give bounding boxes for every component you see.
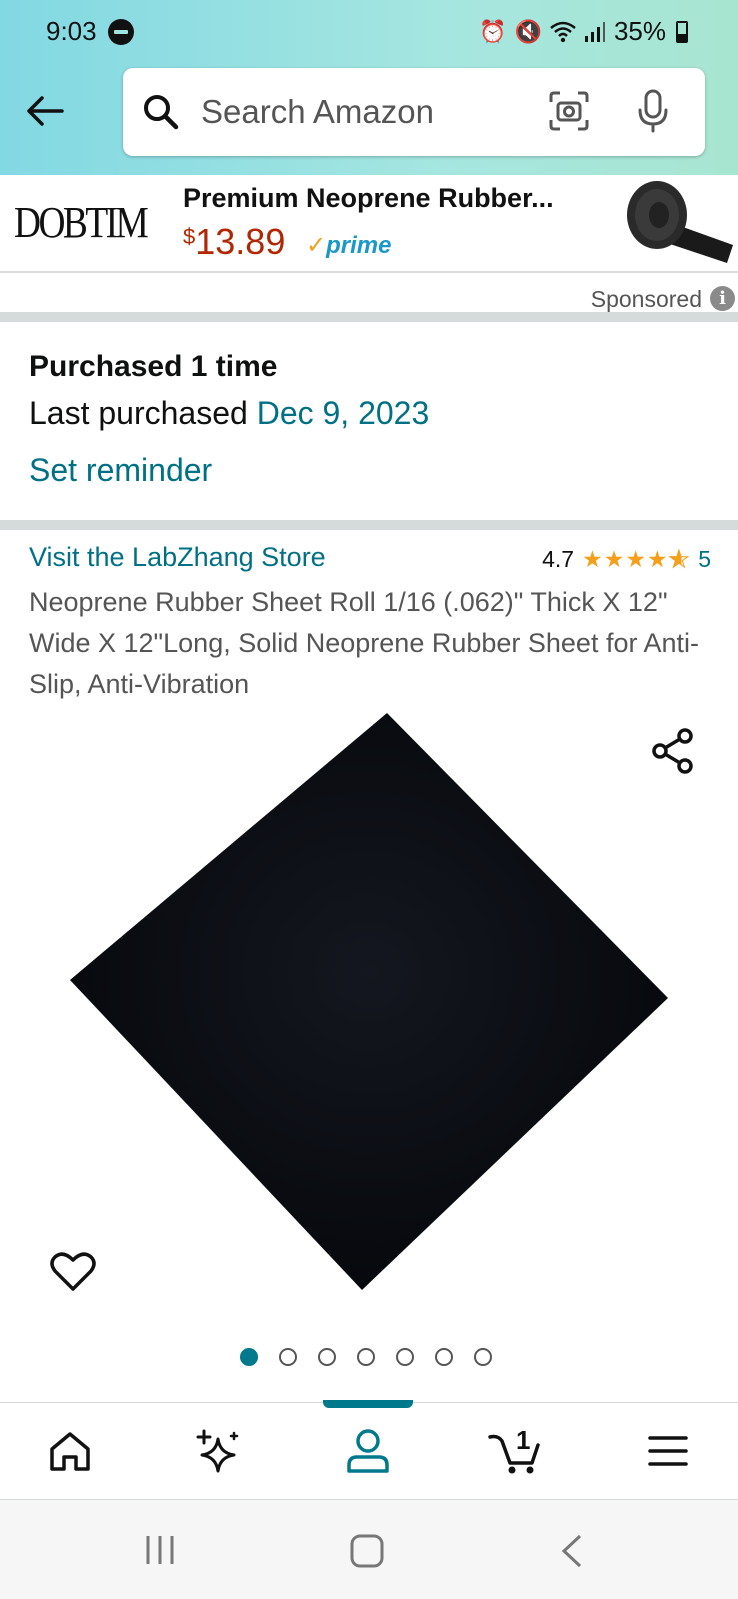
search-input[interactable] [201,68,531,156]
prime-badge: ✓prime [306,231,391,260]
system-back-icon[interactable] [560,1534,584,1568]
bottom-navigation: 1 [0,1402,738,1500]
header-background: 9:03 ⏰ 🔇 35% [0,0,738,175]
rating-value: 4.7 [542,546,575,572]
battery-percent: 35% [613,16,666,46]
product-title: Neoprene Rubber Sheet Roll 1/16 (.062)" … [29,587,699,699]
prime-label: prime [326,232,392,259]
back-arrow-icon[interactable] [22,88,68,134]
ad-price: $13.89 [183,221,285,263]
section-divider [0,312,738,322]
review-count: 5 [698,546,711,572]
visit-store-link[interactable]: Visit the LabZhang Store [29,542,326,573]
status-indicators: ⏰ 🔇 35% [479,16,688,47]
carousel-dot[interactable] [435,1348,453,1366]
status-bar: 9:03 ⏰ 🔇 35% [0,0,738,64]
info-icon[interactable]: i [710,286,735,311]
ad-brand-logo: DOBTIM [14,198,149,247]
alarm-icon: ⏰ [479,18,507,44]
battery-icon [676,20,688,43]
microphone-icon[interactable] [633,88,673,134]
status-time: 9:03 [46,16,97,46]
sparkle-icon[interactable] [194,1427,242,1475]
set-reminder-link[interactable]: Set reminder [29,452,212,489]
search-bar[interactable] [123,68,705,156]
product-image[interactable] [60,700,680,1300]
share-icon[interactable] [650,728,696,774]
recent-apps-icon[interactable] [143,1534,177,1566]
prime-check-icon: ✓ [306,232,327,259]
rating-summary[interactable]: 4.7 ★★★★★ 5 [542,546,711,573]
last-purchased-date-link[interactable]: Dec 9, 2023 [257,395,430,431]
sponsored-ad-banner[interactable]: DOBTIM Premium Neoprene Rubber... $13.89… [0,175,738,273]
search-icon [144,95,179,130]
ad-price-value: 13.89 [195,221,286,262]
purchase-count: Purchased 1 time [29,350,278,383]
sponsored-label: Sponsored [590,286,702,312]
home-icon[interactable] [46,1427,94,1475]
mute-icon: 🔇 [514,18,542,44]
carousel-dot[interactable] [357,1348,375,1366]
heart-icon[interactable] [50,1250,96,1292]
active-tab-indicator [323,1400,413,1408]
section-divider [0,520,738,530]
last-purchased: Last purchased Dec 9, 2023 [29,395,429,432]
cart-count-badge: 1 [516,1425,531,1455]
home-button-icon[interactable] [350,1534,384,1568]
ad-title: Premium Neoprene Rubber... [183,183,554,213]
account-icon[interactable] [344,1427,392,1475]
image-carousel-dots[interactable] [240,1348,492,1366]
do-not-disturb-icon [108,19,134,45]
carousel-dot[interactable] [240,1348,258,1366]
system-navigation-bar [0,1500,738,1599]
ad-price-symbol: $ [183,224,196,249]
star-rating-icon: ★★★★★ [582,546,691,573]
carousel-dot[interactable] [474,1348,492,1366]
last-purchased-label: Last purchased [29,395,257,431]
carousel-dot[interactable] [318,1348,336,1366]
ad-product-thumbnail [627,181,733,263]
wifi-icon [550,21,576,42]
menu-icon[interactable] [644,1427,692,1475]
carousel-dot[interactable] [396,1348,414,1366]
carousel-dot[interactable] [279,1348,297,1366]
camera-search-icon[interactable] [548,90,590,132]
signal-icon [584,21,605,42]
